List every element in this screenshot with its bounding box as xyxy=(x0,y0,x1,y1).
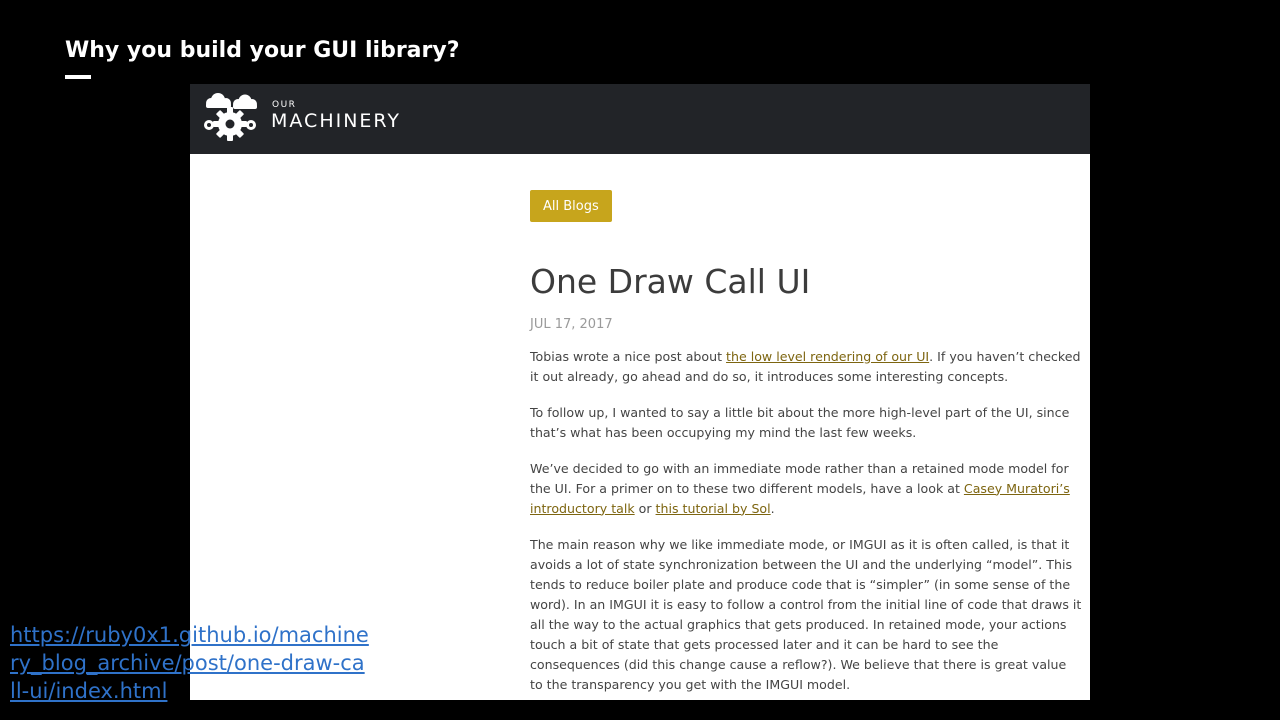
site-header: OUR MACHINERY xyxy=(190,84,1090,154)
sol-tutorial-link[interactable]: this tutorial by Sol xyxy=(656,501,771,516)
post-paragraph-3: We’ve decided to go with an immediate mo… xyxy=(530,459,1082,519)
post-paragraph-2: To follow up, I wanted to say a little b… xyxy=(530,404,1070,440)
slide: Why you build your GUI library? OUR MACH… xyxy=(0,0,1280,720)
post-title: One Draw Call UI xyxy=(530,262,811,301)
post-paragraph-1: Tobias wrote a nice post about the low l… xyxy=(530,347,1082,387)
post-date: JUL 17, 2017 xyxy=(530,316,613,332)
p1-text-a: Tobias wrote a nice post about xyxy=(530,348,727,364)
gears-clouds-icon[interactable] xyxy=(198,92,262,150)
blog-article: All Blogs One Draw Call UI JUL 17, 2017 … xyxy=(530,190,1082,695)
p3-text-b: or xyxy=(634,500,656,516)
logo-text[interactable]: MACHINERY xyxy=(271,110,401,132)
slide-title: Why you build your GUI library? xyxy=(65,38,460,63)
source-url-link[interactable]: https://ruby0x1.github.io/machinery_blog… xyxy=(10,621,370,705)
title-underline xyxy=(65,75,91,79)
p3-text-c: . xyxy=(770,500,775,516)
low-level-rendering-link[interactable]: the low level rendering of our UI xyxy=(726,349,929,364)
logo-small-text: OUR xyxy=(272,100,297,110)
all-blogs-button[interactable]: All Blogs xyxy=(530,190,612,222)
post-paragraph-4: The main reason why we like immediate mo… xyxy=(530,536,1082,692)
blog-screenshot: OUR MACHINERY All Blogs One Draw Call UI… xyxy=(190,84,1090,700)
